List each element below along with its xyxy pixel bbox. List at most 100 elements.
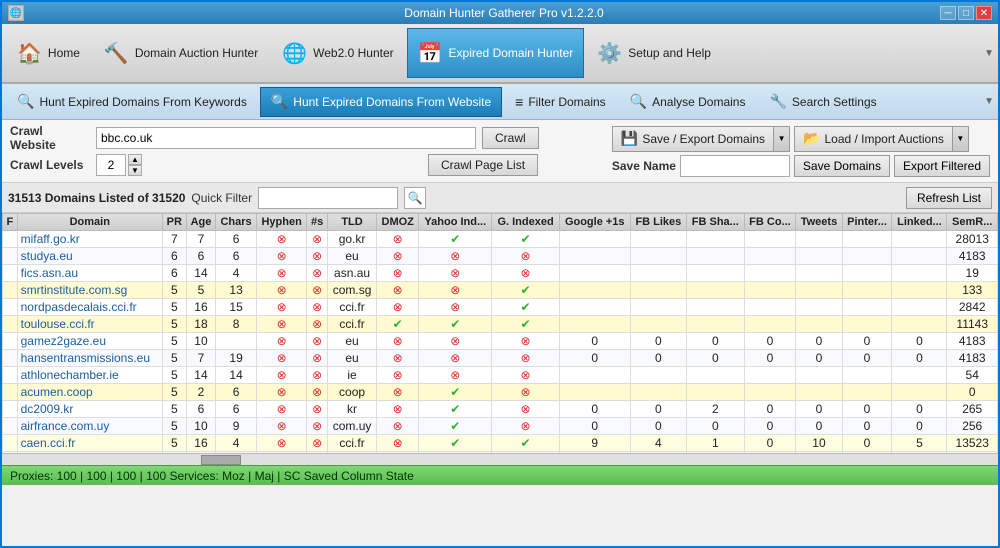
- table-cell[interactable]: airfrance.com.uy: [17, 418, 162, 435]
- subnav-analyse[interactable]: 🔍 Analyse Domains: [619, 87, 757, 117]
- subnav-more-arrow[interactable]: ▼: [984, 96, 994, 107]
- red-x-icon: ⊗: [277, 368, 287, 382]
- crawl-button[interactable]: Crawl: [482, 127, 539, 149]
- table-cell[interactable]: hansentransmissions.eu: [17, 350, 162, 367]
- domain-cell[interactable]: gamez2gaze.eu: [21, 334, 106, 348]
- table-cell: 0: [687, 333, 745, 350]
- spin-up-button[interactable]: ▲: [128, 154, 142, 165]
- save-export-dropdown[interactable]: ▼: [774, 126, 790, 152]
- subnav-website[interactable]: 🔍 Hunt Expired Domains From Website: [260, 87, 502, 117]
- load-import-icon: 📂: [803, 130, 820, 147]
- subnav-keywords[interactable]: 🔍 Hunt Expired Domains From Keywords: [6, 87, 258, 117]
- domain-cell[interactable]: smrtinstitute.com.sg: [21, 283, 128, 297]
- domain-cell[interactable]: toulouse.cci.fr: [21, 317, 95, 331]
- table-cell: [687, 282, 745, 299]
- table-cell: com.uy: [327, 418, 376, 435]
- table-cell: ✔: [377, 316, 419, 333]
- crawl-website-input[interactable]: [96, 127, 476, 149]
- table-cell: ⊗: [256, 401, 306, 418]
- red-x-icon: ⊗: [521, 402, 531, 416]
- domain-cell[interactable]: hansentransmissions.eu: [21, 351, 150, 365]
- crawl-levels-ctrl: ▲ ▼: [96, 154, 142, 176]
- table-cell[interactable]: studya.eu: [17, 248, 162, 265]
- table-cell[interactable]: fics.asn.au: [17, 265, 162, 282]
- filter-search-button[interactable]: 🔍: [404, 187, 426, 209]
- table-cell[interactable]: acumen.coop: [17, 384, 162, 401]
- table-cell: 5: [892, 435, 947, 452]
- topnav-more-arrow[interactable]: ▼: [984, 48, 994, 59]
- config-left: Crawl Website Crawl Crawl Levels ▲ ▼ Cra…: [10, 124, 592, 178]
- table-cell[interactable]: dc2009.kr: [17, 401, 162, 418]
- domains-table: F Domain PR Age Chars Hyphen #s TLD DMOZ…: [2, 213, 998, 453]
- domain-cell[interactable]: airfrance.com.uy: [21, 419, 110, 433]
- table-cell[interactable]: gamez2gaze.eu: [17, 333, 162, 350]
- save-name-input[interactable]: [680, 155, 790, 177]
- domain-cell[interactable]: caen.cci.fr: [21, 436, 76, 450]
- domain-cell[interactable]: athlonechamber.ie: [21, 368, 119, 382]
- refresh-list-button[interactable]: Refresh List: [906, 187, 992, 209]
- quick-filter-input[interactable]: [258, 187, 398, 209]
- nav-expired[interactable]: 📅 Expired Domain Hunter: [407, 28, 585, 78]
- crawl-website-row: Crawl Website Crawl: [10, 124, 592, 152]
- domain-cell[interactable]: acumen.coop: [21, 385, 93, 399]
- table-cell: [559, 384, 630, 401]
- load-import-dropdown[interactable]: ▼: [953, 126, 969, 152]
- crawl-page-list-button[interactable]: Crawl Page List: [428, 154, 538, 176]
- subnav-filter[interactable]: ≡ Filter Domains: [504, 87, 617, 117]
- subnav-settings[interactable]: 🔧 Search Settings: [758, 87, 887, 117]
- spin-down-button[interactable]: ▼: [128, 165, 142, 176]
- table-cell: ⊗: [419, 367, 492, 384]
- export-filtered-button[interactable]: Export Filtered: [894, 155, 990, 177]
- table-cell: eu.com: [327, 452, 376, 454]
- table-cell[interactable]: nordpasdecalais.cci.fr: [17, 299, 162, 316]
- table-cell: ⊗: [492, 265, 559, 282]
- quick-filter-label: Quick Filter: [191, 191, 252, 205]
- maximize-button[interactable]: □: [958, 6, 974, 20]
- table-cell[interactable]: caen.cci.fr: [17, 435, 162, 452]
- table-cell: ⊗: [377, 418, 419, 435]
- load-import-button[interactable]: 📂 Load / Import Auctions: [794, 126, 953, 152]
- table-cell: ⊗: [419, 265, 492, 282]
- table-cell: ⊗: [377, 231, 419, 248]
- web2-icon: 🌐: [282, 41, 307, 66]
- close-button[interactable]: ✕: [976, 6, 992, 20]
- table-cell: 15: [216, 299, 257, 316]
- scroll-thumb[interactable]: [201, 455, 241, 465]
- red-x-icon: ⊗: [450, 300, 460, 314]
- domain-cell[interactable]: dc2009.kr: [21, 402, 74, 416]
- save-export-button[interactable]: 💾 Save / Export Domains: [612, 126, 774, 152]
- table-cell: ⊗: [377, 367, 419, 384]
- nav-setup[interactable]: ⚙️ Setup and Help: [586, 28, 722, 78]
- table-cell: 5: [162, 282, 186, 299]
- red-x-icon: ⊗: [312, 419, 322, 433]
- domain-cell[interactable]: mifaff.go.kr: [21, 232, 80, 246]
- red-x-icon: ⊗: [393, 436, 403, 450]
- nav-web2[interactable]: 🌐 Web2.0 Hunter: [271, 28, 404, 78]
- col-hash: #s: [307, 214, 328, 231]
- table-cell: [687, 316, 745, 333]
- table-cell: ⊗: [377, 333, 419, 350]
- horizontal-scrollbar[interactable]: [2, 453, 998, 465]
- save-domains-button[interactable]: Save Domains: [794, 155, 890, 177]
- table-cell: 0: [559, 350, 630, 367]
- table-cell[interactable]: mifaff.go.kr: [17, 231, 162, 248]
- nav-home[interactable]: 🏠 Home: [6, 28, 91, 78]
- table-cell[interactable]: smrtinstitute.com.sg: [17, 282, 162, 299]
- table-cell: 5: [162, 401, 186, 418]
- table-cell: ⊗: [419, 350, 492, 367]
- table-cell[interactable]: toulouse.cci.fr: [17, 316, 162, 333]
- domain-cell[interactable]: nordpasdecalais.cci.fr: [21, 300, 137, 314]
- table-cell: [3, 316, 18, 333]
- auction-icon: 🔨: [104, 41, 129, 66]
- table-cell[interactable]: athlonechamber.ie: [17, 367, 162, 384]
- crawl-levels-input[interactable]: [96, 154, 126, 176]
- table-cell: 0: [947, 384, 998, 401]
- domain-cell[interactable]: fics.asn.au: [21, 266, 78, 280]
- table-cell: 6: [216, 384, 257, 401]
- nav-auction[interactable]: 🔨 Domain Auction Hunter: [93, 28, 269, 78]
- green-check-icon: ✔: [450, 317, 460, 331]
- table-cell: [559, 248, 630, 265]
- minimize-button[interactable]: ─: [940, 6, 956, 20]
- col-tld: TLD: [327, 214, 376, 231]
- domain-cell[interactable]: studya.eu: [21, 249, 73, 263]
